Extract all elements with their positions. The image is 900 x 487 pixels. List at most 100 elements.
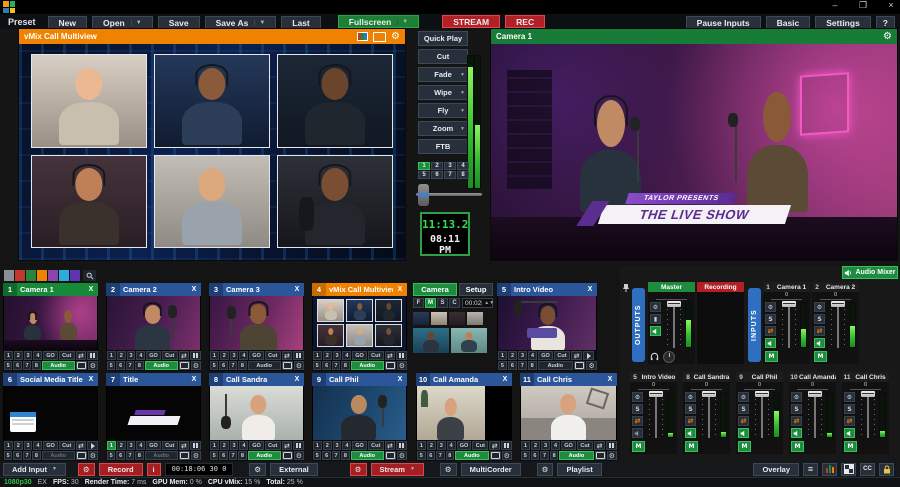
- input-5-overlay-6[interactable]: 6: [508, 361, 517, 370]
- gear-icon[interactable]: ⚙: [391, 32, 400, 42]
- solo-button[interactable]: S: [685, 404, 696, 414]
- input-4-thumbnail[interactable]: [312, 296, 407, 350]
- gear-icon[interactable]: ⚙: [586, 361, 597, 370]
- input-1-overlay-6[interactable]: 6: [13, 361, 21, 370]
- input-3-overlay-2[interactable]: 2: [220, 351, 229, 360]
- input-1-header[interactable]: 1 Camera 1 X: [3, 283, 98, 296]
- input-3-header[interactable]: 3 Camera 3 X: [209, 283, 304, 296]
- input-10-thumbnail[interactable]: [416, 386, 512, 440]
- gear-icon[interactable]: ⚙: [88, 361, 98, 370]
- input-10-overlay-8[interactable]: 8: [446, 451, 455, 460]
- category-tab-2[interactable]: [15, 270, 25, 281]
- loop-icon[interactable]: ⇄: [179, 351, 190, 360]
- input-7-cut-button[interactable]: Cut: [162, 441, 178, 450]
- input-7-audio-button[interactable]: Audio: [145, 451, 178, 460]
- input-9-overlay-4[interactable]: 4: [342, 441, 351, 450]
- pause-icon[interactable]: [190, 351, 201, 360]
- input-5-go-button[interactable]: GO: [538, 351, 553, 360]
- input-5-cut-button[interactable]: Cut: [554, 351, 570, 360]
- input-3-overlay-7[interactable]: 7: [229, 361, 237, 370]
- loop-icon[interactable]: ⇄: [76, 351, 87, 360]
- input-6-overlay-3[interactable]: 3: [24, 441, 33, 450]
- input-1-overlay-1[interactable]: 1: [4, 351, 13, 360]
- close-input-button[interactable]: X: [84, 376, 98, 383]
- solo-button[interactable]: S: [765, 314, 776, 324]
- input-8-overlay-3[interactable]: 3: [230, 441, 239, 450]
- input-3-overlay-3[interactable]: 3: [230, 351, 239, 360]
- input-2-header[interactable]: 2 Camera 2 X: [106, 283, 201, 296]
- record-settings-gear-icon[interactable]: ⚙: [78, 463, 95, 476]
- input-3-cut-button[interactable]: Cut: [265, 351, 281, 360]
- pause-icon[interactable]: [293, 441, 304, 450]
- solo-button[interactable]: S: [738, 404, 749, 414]
- search-button[interactable]: [83, 270, 96, 281]
- pause-icon[interactable]: [190, 441, 201, 450]
- input-1-overlay-3[interactable]: 3: [24, 351, 33, 360]
- input-2-cut-button[interactable]: Cut: [162, 351, 178, 360]
- input-1-overlay-8[interactable]: 8: [32, 361, 40, 370]
- input-1-audio-button[interactable]: Audio: [42, 361, 75, 370]
- input-4-overlay-6[interactable]: 6: [322, 361, 330, 370]
- input-6-audio-button[interactable]: Audio: [42, 451, 75, 460]
- bus-routing-icon[interactable]: ⇄: [791, 416, 802, 426]
- input-6-header[interactable]: 6 Social Media Title X: [3, 373, 98, 386]
- loop-icon[interactable]: ⇄: [489, 441, 500, 450]
- pause-icon[interactable]: [87, 351, 98, 360]
- input-8-overlay-2[interactable]: 2: [220, 441, 229, 450]
- call-setup-button[interactable]: Setup: [459, 283, 493, 296]
- input-2-overlay-7[interactable]: 7: [126, 361, 134, 370]
- input-8-overlay-5[interactable]: 5: [210, 451, 218, 460]
- loop-icon[interactable]: ⇄: [385, 351, 396, 360]
- input-9-overlay-2[interactable]: 2: [323, 441, 332, 450]
- solo-button[interactable]: S: [632, 404, 643, 414]
- input-1-go-button[interactable]: GO: [43, 351, 58, 360]
- input-7-overlay-8[interactable]: 8: [135, 451, 143, 460]
- input-7-overlay-1[interactable]: 1: [107, 441, 116, 450]
- fader-knob[interactable]: [649, 391, 663, 397]
- close-input-button[interactable]: X: [583, 286, 597, 293]
- speaker-icon[interactable]: [844, 428, 855, 438]
- transition-preset-7[interactable]: 7: [444, 171, 456, 179]
- input-4-overlay-7[interactable]: 7: [332, 361, 340, 370]
- playlist-settings-gear-icon[interactable]: ⚙: [537, 463, 554, 476]
- mute-button[interactable]: M: [814, 351, 827, 362]
- input-2-overlay-6[interactable]: 6: [116, 361, 124, 370]
- playlist-button[interactable]: Playlist: [557, 463, 601, 476]
- multicorder-button[interactable]: MultiCorder: [461, 463, 521, 476]
- input-1-overlay-4[interactable]: 4: [33, 351, 42, 360]
- input-5-overlay-1[interactable]: 1: [498, 351, 507, 360]
- input-2-overlay-3[interactable]: 3: [127, 351, 136, 360]
- close-input-button[interactable]: X: [290, 286, 304, 293]
- input-8-header[interactable]: 8 Call Sandra X: [209, 373, 304, 386]
- input-2-overlay-2[interactable]: 2: [117, 351, 126, 360]
- input-5-audio-button[interactable]: Audio: [538, 361, 574, 370]
- input-7-overlay-2[interactable]: 2: [117, 441, 126, 450]
- gear-icon[interactable]: ⚙: [765, 302, 776, 312]
- input-11-overlay-1[interactable]: 1: [521, 441, 530, 450]
- gear-icon[interactable]: ⚙: [883, 32, 892, 42]
- input-7-overlay-7[interactable]: 7: [126, 451, 134, 460]
- bus-routing-icon[interactable]: ⇄: [844, 416, 855, 426]
- loop-icon[interactable]: ⇄: [594, 441, 605, 450]
- call-camera-button[interactable]: Camera: [413, 283, 457, 296]
- transition-tbar[interactable]: [416, 184, 482, 206]
- category-tab-5[interactable]: [48, 270, 58, 281]
- input-4-overlay-4[interactable]: 4: [342, 351, 351, 360]
- call-mode-S-button[interactable]: S: [437, 298, 448, 308]
- input-3-overlay-6[interactable]: 6: [219, 361, 227, 370]
- input-6-overlay-2[interactable]: 2: [14, 441, 23, 450]
- input-3-audio-button[interactable]: Audio: [248, 361, 281, 370]
- input-8-audio-button[interactable]: Audio: [248, 451, 281, 460]
- multicorder-settings-gear-icon[interactable]: ⚙: [440, 463, 457, 476]
- speaker-icon[interactable]: [814, 338, 825, 348]
- category-tab-4[interactable]: [37, 270, 47, 281]
- input-6-cut-button[interactable]: Cut: [59, 441, 75, 450]
- input-9-overlay-3[interactable]: 3: [333, 441, 342, 450]
- pause-icon[interactable]: [501, 441, 512, 450]
- input-3-overlay-8[interactable]: 8: [238, 361, 246, 370]
- monitor-icon[interactable]: [373, 32, 386, 42]
- input-11-overlay-7[interactable]: 7: [540, 451, 549, 460]
- loop-icon[interactable]: ⇄: [76, 441, 87, 450]
- preview-header[interactable]: vMix Call Multiview ⚙: [19, 29, 405, 44]
- input-4-overlay-2[interactable]: 2: [323, 351, 332, 360]
